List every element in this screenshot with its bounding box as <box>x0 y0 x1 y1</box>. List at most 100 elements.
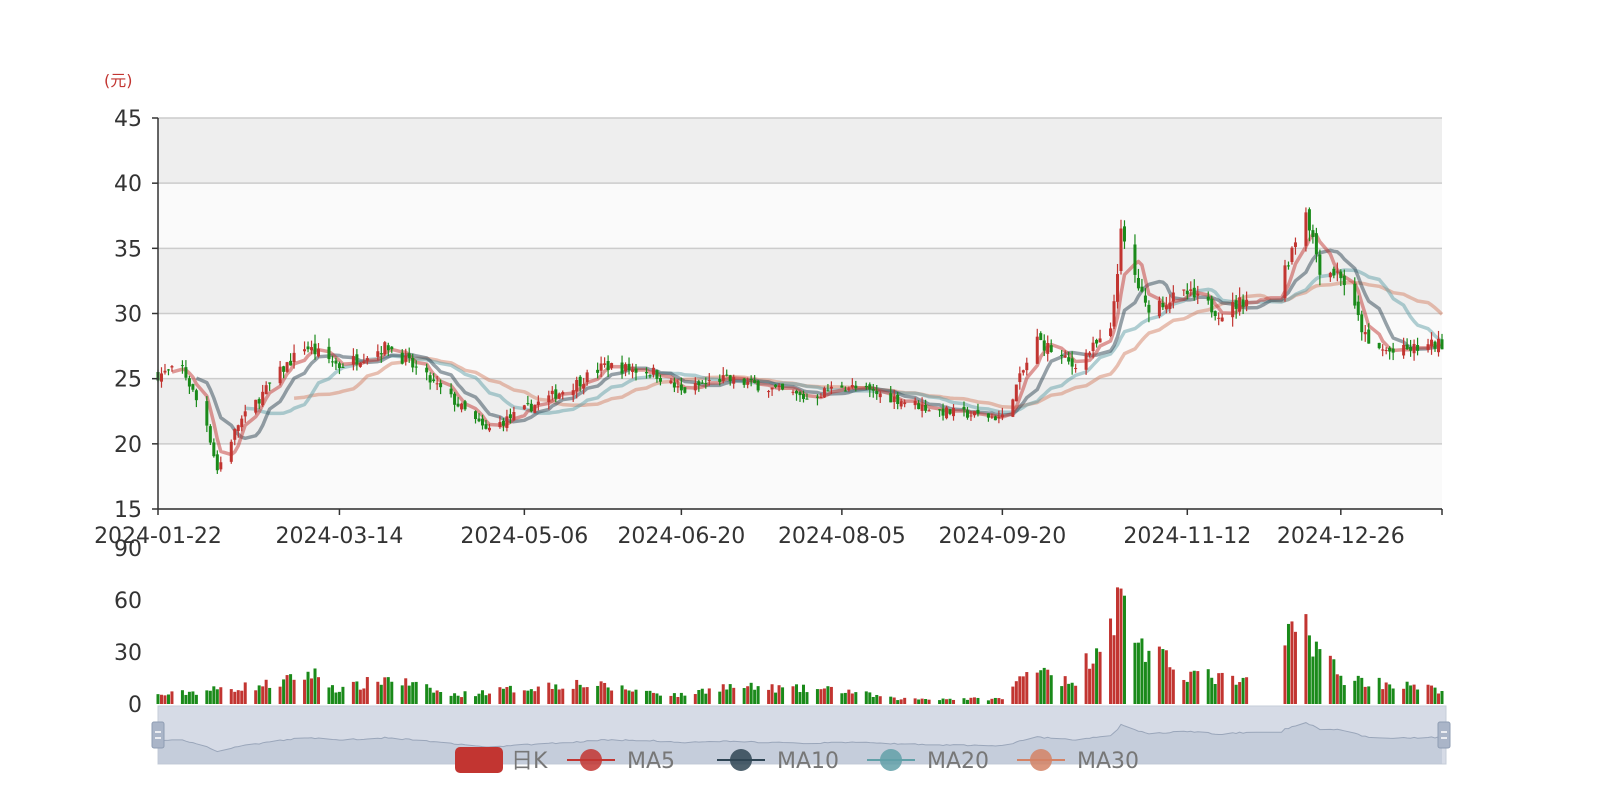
volume-bar[interactable] <box>903 697 907 704</box>
volume-bar[interactable] <box>1161 649 1165 704</box>
volume-bar[interactable] <box>610 690 614 704</box>
volume-bar[interactable] <box>404 678 408 704</box>
volume-bar[interactable] <box>875 694 879 704</box>
volume-bar[interactable] <box>798 692 802 704</box>
volume-bar[interactable] <box>536 686 540 704</box>
volume-bar[interactable] <box>585 687 589 704</box>
volume-bar[interactable] <box>1293 631 1297 704</box>
volume-bar[interactable] <box>753 689 757 704</box>
volume-bar[interactable] <box>306 671 310 704</box>
volume-bar[interactable] <box>1157 646 1161 704</box>
volume-bar[interactable] <box>997 698 1001 704</box>
volume-bar[interactable] <box>1328 655 1332 704</box>
volume-bar[interactable] <box>456 695 460 704</box>
volume-bar[interactable] <box>1014 681 1018 704</box>
volume-bar[interactable] <box>1307 635 1311 704</box>
volume-bar[interactable] <box>707 688 711 704</box>
volume-bar[interactable] <box>159 694 163 704</box>
volume-bar[interactable] <box>781 687 785 704</box>
volume-bar[interactable] <box>1241 677 1245 704</box>
volume-bar[interactable] <box>889 696 893 704</box>
volume-bar[interactable] <box>453 693 457 704</box>
volume-bar[interactable] <box>550 688 554 704</box>
volume-bar[interactable] <box>672 693 676 704</box>
volume-bar[interactable] <box>1381 689 1385 704</box>
volume-bar[interactable] <box>631 691 635 704</box>
candle[interactable] <box>1304 207 1308 252</box>
volume-bar[interactable] <box>693 694 697 704</box>
volume-bar[interactable] <box>1206 669 1210 704</box>
volume-bar[interactable] <box>508 685 512 704</box>
volume-bar[interactable] <box>330 685 334 704</box>
volume-bar[interactable] <box>1231 675 1235 704</box>
volume-bar[interactable] <box>1433 687 1437 704</box>
volume-bar[interactable] <box>303 679 307 704</box>
candle[interactable] <box>254 399 258 415</box>
candle[interactable] <box>383 341 387 357</box>
volume-bar[interactable] <box>1402 688 1406 704</box>
volume-bar[interactable] <box>1116 587 1120 704</box>
volume-bar[interactable] <box>1384 682 1388 704</box>
volume-bar[interactable] <box>993 697 997 704</box>
volume-bar[interactable] <box>1039 670 1043 704</box>
volume-bar[interactable] <box>948 698 952 704</box>
volume-bar[interactable] <box>1245 677 1249 704</box>
volume-bar[interactable] <box>770 684 774 704</box>
volume-bar[interactable] <box>278 686 282 704</box>
volume-bar[interactable] <box>669 695 673 704</box>
volume-bar[interactable] <box>362 688 366 704</box>
volume-bar[interactable] <box>554 684 558 704</box>
volume-bar[interactable] <box>1189 671 1193 704</box>
volume-bar[interactable] <box>1356 675 1360 704</box>
volume-bar[interactable] <box>170 691 174 704</box>
volume-bar[interactable] <box>969 697 973 704</box>
volume-bar[interactable] <box>1430 685 1434 704</box>
volume-bar[interactable] <box>439 692 443 704</box>
volume-bar[interactable] <box>920 698 924 704</box>
volume-bar[interactable] <box>166 694 170 704</box>
volume-bar[interactable] <box>1140 638 1144 704</box>
candle[interactable] <box>683 386 687 394</box>
volume-bar[interactable] <box>1353 680 1357 704</box>
volume-bar[interactable] <box>1021 676 1025 704</box>
volume-bar[interactable] <box>1213 684 1217 704</box>
volume-bar[interactable] <box>644 690 648 704</box>
candle[interactable] <box>208 424 212 445</box>
legend-item[interactable]: MA10 <box>717 749 839 774</box>
volume-bar[interactable] <box>313 668 317 704</box>
candle[interactable] <box>1290 246 1294 265</box>
volume-bar[interactable] <box>1192 670 1196 704</box>
volume-bar[interactable] <box>522 690 526 704</box>
volume-bar[interactable] <box>599 681 603 704</box>
volume-bar[interactable] <box>941 698 945 704</box>
candle[interactable] <box>945 405 949 420</box>
volume-bar[interactable] <box>648 690 652 704</box>
volume-bar[interactable] <box>868 692 872 704</box>
volume-bar[interactable] <box>1049 675 1053 704</box>
volume-bar[interactable] <box>1318 649 1322 704</box>
volume-bar[interactable] <box>512 692 516 704</box>
volume-bar[interactable] <box>282 679 286 704</box>
volume-bar[interactable] <box>1109 618 1113 704</box>
volume-bar[interactable] <box>376 681 380 704</box>
volume-bar[interactable] <box>1112 635 1116 704</box>
volume-bar[interactable] <box>449 695 453 704</box>
volume-bar[interactable] <box>896 700 900 704</box>
volume-bar[interactable] <box>1440 691 1444 704</box>
volume-bar-series[interactable] <box>156 587 1444 704</box>
volume-bar[interactable] <box>1070 682 1074 704</box>
volume-bar[interactable] <box>1290 621 1294 704</box>
volume-bar[interactable] <box>243 682 247 704</box>
volume-bar[interactable] <box>746 686 750 704</box>
volume-bar[interactable] <box>1412 684 1416 704</box>
zoom-handle-grip[interactable] <box>151 721 165 749</box>
volume-bar[interactable] <box>1025 672 1029 704</box>
volume-bar[interactable] <box>924 698 928 704</box>
volume-bar[interactable] <box>847 689 851 704</box>
volume-bar[interactable] <box>316 677 321 704</box>
legend-item[interactable]: 日K <box>455 747 548 774</box>
volume-bar[interactable] <box>1360 677 1364 704</box>
volume-bar[interactable] <box>428 687 432 704</box>
volume-bar[interactable] <box>1133 642 1137 704</box>
volume-bar[interactable] <box>400 685 404 704</box>
